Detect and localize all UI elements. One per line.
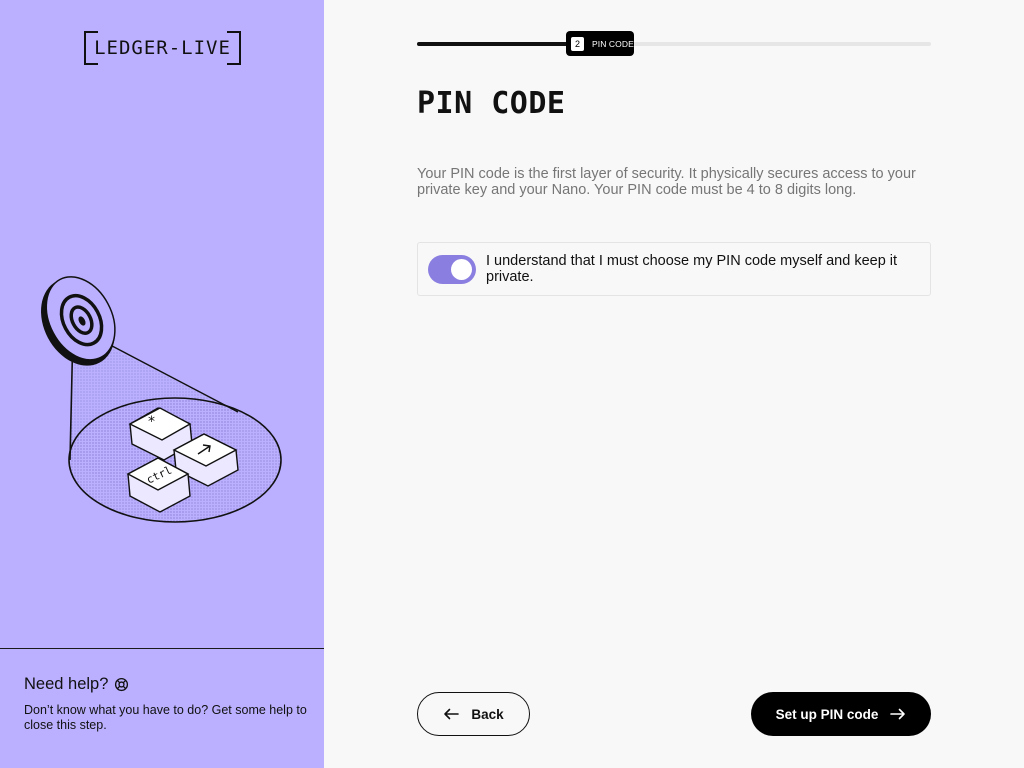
- step-number: 2: [571, 36, 584, 51]
- svg-text:*: *: [148, 414, 155, 430]
- arrow-right-icon: [890, 708, 906, 720]
- help-title-text: Need help?: [24, 675, 109, 693]
- ledger-live-logo: LEDGER-LIVE: [84, 31, 241, 65]
- set-up-pin-code-button[interactable]: Set up PIN code: [751, 692, 931, 736]
- logo-text: LEDGER-LIVE: [94, 37, 231, 59]
- pin-keys-illustration: * ctrl: [41, 276, 282, 524]
- current-step-chip: 2 PIN CODE: [566, 31, 634, 56]
- consent-label[interactable]: I understand that I must choose my PIN c…: [486, 253, 922, 285]
- toggle-knob: [451, 259, 472, 280]
- back-button[interactable]: Back: [417, 692, 530, 736]
- help-title: Need help?: [24, 675, 129, 694]
- arrow-left-icon: [443, 708, 460, 720]
- step-label: PIN CODE: [592, 38, 634, 49]
- set-up-pin-code-label: Set up PIN code: [775, 706, 879, 722]
- help-text[interactable]: Don’t know what you have to do? Get some…: [24, 703, 309, 733]
- lifebuoy-icon: [114, 677, 129, 692]
- sidebar: LEDGER-LIVE * ctrl Need help? Don’t know…: [0, 0, 324, 768]
- back-button-label: Back: [471, 706, 504, 722]
- help-panel: Need help? Don’t know what you have to d…: [0, 648, 324, 768]
- progress-fill: [417, 42, 572, 46]
- page-title: PIN CODE: [417, 86, 566, 121]
- consent-box[interactable]: I understand that I must choose my PIN c…: [417, 242, 931, 296]
- page-description: Your PIN code is the first layer of secu…: [417, 166, 916, 198]
- consent-toggle[interactable]: [428, 255, 476, 284]
- progress-stepper: 2 PIN CODE: [417, 31, 931, 56]
